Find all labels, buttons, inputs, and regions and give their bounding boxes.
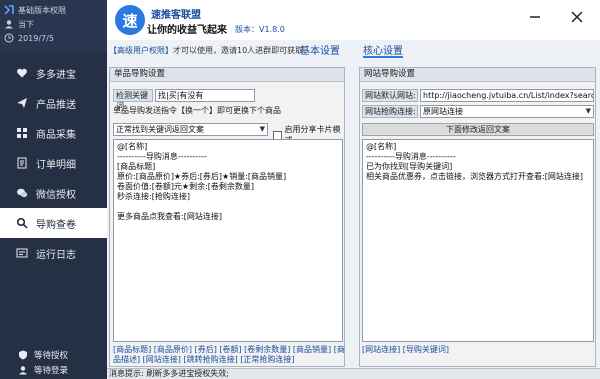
sidebar-item-label: 商品采集 — [36, 129, 76, 141]
link-select[interactable]: 原网站连接 ▼ — [420, 105, 594, 118]
edition-icon — [4, 5, 14, 15]
user-icon — [18, 365, 28, 375]
panel-title: 单品导购设置 — [110, 68, 344, 82]
single-variable-links[interactable]: [商品标题] [商品原价] [券后] [卷额] [卷剩余数量] [商品销量] [… — [113, 345, 345, 365]
link-select-value: 原网站连接 — [423, 107, 463, 116]
sidebar-item-orders[interactable]: 订单明细 — [0, 148, 107, 178]
single-template-editor[interactable]: @[名称] ----------导购消息---------- [商品标题] 原价… — [113, 139, 343, 342]
sidebar: 基础版本权限 当下 2019/7/5 多多进宝 产品推送 商品采集 订单明细 微… — [0, 0, 107, 379]
promo-prefix: 【高级用户权限】 — [109, 46, 173, 55]
sidebar-item-label: 微信授权 — [36, 189, 76, 201]
panel-title: 网站导购设置 — [360, 68, 595, 82]
sidebar-item-log[interactable]: 运行日志 — [0, 238, 107, 268]
search-icon — [16, 217, 28, 229]
sidebar-item-label: 多多进宝 — [36, 69, 76, 81]
user-name: 当下 — [18, 19, 34, 29]
mode-select-value: 正常找到关键词返回文案 — [116, 125, 204, 134]
shield-icon — [18, 350, 28, 360]
website-variable-links[interactable]: [网站连接] [导购关键词] — [362, 345, 594, 355]
document-icon — [16, 157, 28, 169]
user-edition: 基础版本权限 — [18, 5, 66, 15]
sidebar-item-guide[interactable]: 导购查卷 — [0, 208, 107, 238]
grid-icon — [16, 127, 28, 139]
website-template-editor[interactable]: @[名称] ----------导购消息---------- 已为你找到[导购关… — [362, 139, 594, 342]
wechat-icon — [16, 187, 28, 199]
minimize-button[interactable] — [526, 8, 544, 26]
edit-template-button[interactable]: 下面修改返回文案 — [362, 123, 594, 136]
sidebar-item-label: 产品推送 — [36, 99, 76, 111]
version-label: 版本：V1.8.0 — [235, 25, 285, 34]
instruction-text: 单品导购发送指令【换一个】即可更换下个商品 — [113, 106, 281, 115]
app-title: 速推客联盟 — [151, 10, 201, 21]
sidebar-footer: 等待授权 等待登录 — [0, 347, 107, 377]
user-expiry: 2019/7/5 — [18, 33, 54, 43]
minimize-icon — [530, 16, 540, 18]
edition-row: 基础版本权限 — [4, 3, 103, 17]
sidebar-item-collect[interactable]: 商品采集 — [0, 118, 107, 148]
heart-icon — [16, 67, 28, 79]
promo-notice: 【高级用户权限】才可以使用，邀请10人进群即可获取 — [109, 45, 303, 56]
sidebar-item-wechat[interactable]: 微信授权 — [0, 178, 107, 208]
expiry-row: 2019/7/5 — [4, 31, 103, 45]
url-input[interactable]: http://jiaocheng.jvtuiba.cn/List/index?s… — [420, 89, 594, 102]
website-guide-panel: 网站导购设置 网站默认网站: http://jiaocheng.jvtuiba.… — [359, 67, 596, 367]
auth-status[interactable]: 等待授权 — [0, 347, 107, 362]
sidebar-item-duoduo[interactable]: 多多进宝 — [0, 58, 107, 88]
user-icon — [4, 19, 14, 29]
app-logo: 速 — [115, 5, 145, 35]
close-button[interactable] — [568, 8, 586, 26]
auth-status-label: 等待授权 — [34, 350, 69, 361]
tab-basic-settings[interactable]: 基本设置 — [300, 42, 340, 58]
sidebar-item-push[interactable]: 产品推送 — [0, 88, 107, 118]
link-label: 网站抢购连接: — [362, 105, 418, 118]
clock-icon — [4, 33, 14, 43]
chevron-down-icon: ▼ — [259, 125, 265, 133]
header: 速 速推客联盟 让你的收益飞起来 版本：V1.8.0 — [107, 0, 600, 40]
promo-text: 才可以使用，邀请10人进群即可获取 — [173, 46, 304, 55]
sidebar-item-label: 导购查卷 — [36, 219, 76, 231]
close-icon — [571, 11, 583, 23]
log-icon — [16, 247, 28, 259]
app-slogan: 让你的收益飞起来 — [147, 25, 227, 36]
keyword-label: 检测关键词: — [113, 89, 153, 111]
user-info: 基础版本权限 当下 2019/7/5 — [0, 0, 107, 52]
single-product-panel: 单品导购设置 检测关键词: 找|买|有没有 单品导购发送指令【换一个】即可更换下… — [109, 67, 345, 367]
url-label: 网站默认网站: — [362, 89, 418, 102]
chevron-down-icon: ▼ — [585, 107, 591, 115]
sidebar-item-label: 订单明细 — [36, 159, 76, 171]
login-status[interactable]: 等待登录 — [0, 362, 107, 377]
sidebar-nav: 多多进宝 产品推送 商品采集 订单明细 微信授权 导购查卷 运行日志 — [0, 58, 107, 268]
mode-select[interactable]: 正常找到关键词返回文案 ▼ — [113, 123, 268, 136]
keyword-input[interactable]: 找|买|有没有 — [155, 89, 255, 102]
status-bar: 消息提示: 刷新多多进宝授权失效; — [107, 368, 600, 379]
username-row: 当下 — [4, 17, 103, 31]
tab-core-settings[interactable]: 核心设置 — [363, 42, 403, 58]
send-icon — [16, 97, 28, 109]
sidebar-item-label: 运行日志 — [36, 249, 76, 261]
login-status-label: 等待登录 — [34, 365, 69, 376]
